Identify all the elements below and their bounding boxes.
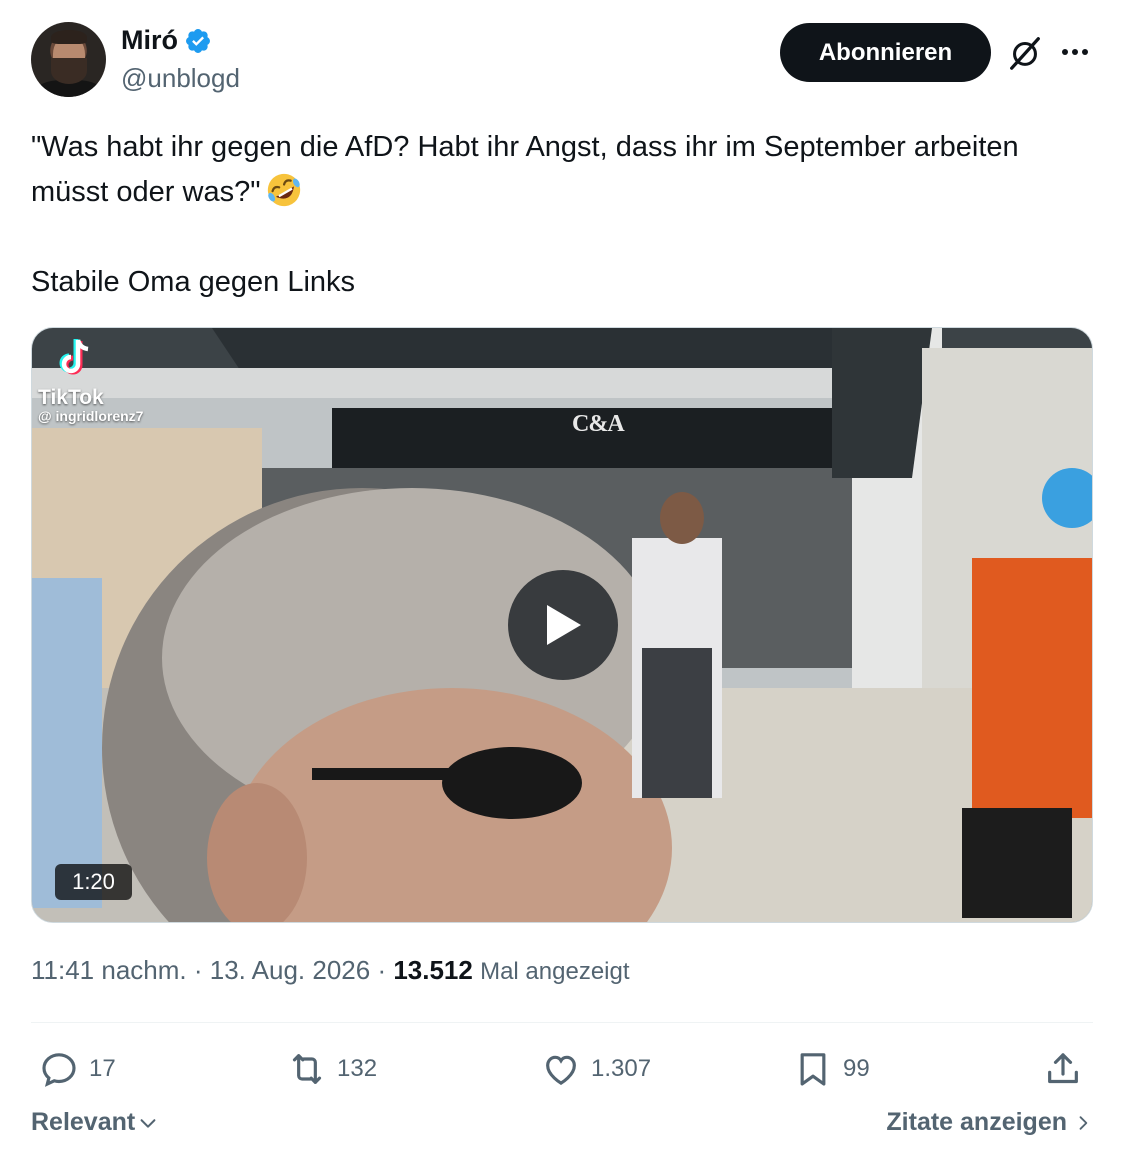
repost-button[interactable]: 132 [287, 1044, 377, 1094]
sort-label: Relevant [31, 1108, 136, 1136]
tweet-time[interactable]: 11:41 nachm. [31, 955, 187, 985]
view-quotes-link[interactable]: Zitate anzeigen [886, 1108, 1093, 1137]
bookmark-count: 99 [843, 1055, 870, 1082]
follow-button[interactable]: Abonnieren [780, 23, 991, 82]
views-label: Mal angezeigt [480, 958, 630, 985]
divider [31, 1022, 1093, 1023]
tiktok-username-label: @ ingridlorenz7 [38, 408, 144, 424]
video-duration: 1:20 [55, 864, 132, 900]
author-name[interactable]: Miró [121, 25, 178, 56]
bookmark-icon [800, 1053, 826, 1086]
quotes-label: Zitate anzeigen [886, 1108, 1067, 1136]
author-handle[interactable]: @unblogd [121, 63, 240, 94]
views-count: 13.512 [393, 955, 473, 985]
reply-count: 17 [89, 1055, 116, 1082]
sort-dropdown[interactable]: Relevant [31, 1108, 159, 1137]
reply-icon [42, 1053, 76, 1087]
share-button[interactable] [1043, 1044, 1083, 1094]
author-name-row: Miró [121, 25, 212, 56]
heart-icon [546, 1055, 576, 1086]
verified-badge-icon[interactable] [184, 27, 212, 55]
repost-icon [292, 1054, 322, 1084]
store-sign: C&A [572, 411, 625, 437]
bookmark-button[interactable]: 99 [793, 1044, 870, 1094]
action-bar: 17 132 1.307 99 [31, 1044, 1093, 1094]
avatar[interactable] [31, 22, 106, 97]
like-button[interactable]: 1.307 [541, 1044, 651, 1094]
tweet-quote: "Was habt ihr gegen die AfD? Habt ihr An… [31, 131, 1027, 208]
like-count: 1.307 [591, 1055, 652, 1082]
play-icon [547, 605, 581, 645]
tweet-text-line: "Was habt ihr gegen die AfD? Habt ihr An… [31, 125, 1093, 215]
reply-button[interactable]: 17 [39, 1044, 116, 1094]
video-player[interactable]: TikTok @ ingridlorenz7 C&A 1:20 [31, 327, 1093, 923]
more-icon[interactable] [1057, 36, 1093, 68]
tiktok-logo-icon [59, 339, 89, 375]
repost-count: 132 [337, 1055, 378, 1082]
chevron-down-icon [140, 1118, 156, 1128]
share-icon [1048, 1053, 1078, 1084]
tweet-text: "Was habt ihr gegen die AfD? Habt ihr An… [31, 125, 1093, 305]
tiktok-brand-label: TikTok [38, 386, 104, 409]
tweet-text-line-2: Stabile Oma gegen Links [31, 266, 356, 298]
tweet-date[interactable]: 13. Aug. 2026 [210, 955, 370, 985]
tweet-header: Miró @unblogd Abonnieren [31, 22, 1093, 102]
reply-sort-row: Relevant Zitate anzeigen [31, 1108, 1093, 1148]
play-button[interactable] [508, 570, 618, 680]
tweet-meta: 11:41 nachm. · 13. Aug. 2026 · 13.512 Ma… [31, 955, 630, 985]
grok-icon[interactable] [1006, 34, 1044, 72]
rolling-on-floor-laughing-emoji-icon [267, 173, 300, 207]
chevron-right-icon [1079, 1115, 1088, 1130]
